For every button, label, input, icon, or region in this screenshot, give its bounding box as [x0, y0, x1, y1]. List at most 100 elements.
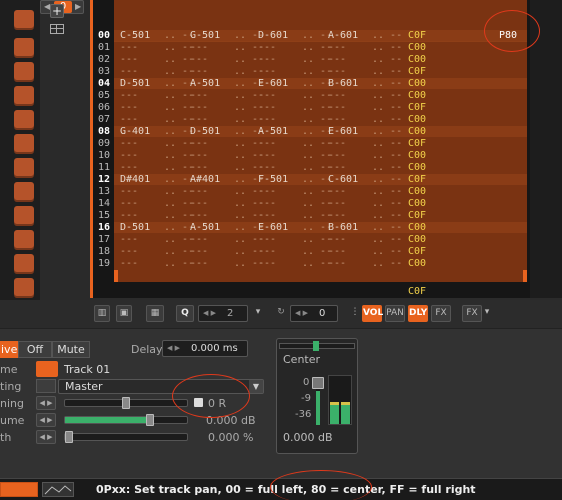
note-cell[interactable]: --- [120, 42, 138, 53]
note-cell[interactable]: --- [258, 162, 276, 173]
volume-cell[interactable]: .. -- [372, 162, 402, 173]
note-cell[interactable]: A-501 [258, 126, 288, 137]
volume-cell[interactable]: .. -- [372, 234, 402, 245]
note-cell[interactable]: D-501 [120, 222, 150, 233]
active-toggle[interactable]: ive [0, 341, 18, 358]
note-cell[interactable]: A-501 [190, 222, 220, 233]
note-cell[interactable]: D-501 [190, 126, 220, 137]
pattern-row[interactable]: 03---.. -----.. -----.. -----.. --C0F-- … [90, 66, 562, 77]
quantize-icon[interactable]: Q [176, 305, 194, 322]
volume-cell[interactable]: .. -- [372, 54, 402, 65]
note-cell[interactable]: --- [328, 186, 346, 197]
note-cell[interactable]: --- [190, 210, 208, 221]
note-cell[interactable]: --- [120, 258, 138, 269]
volume-cell[interactable]: .. -- [372, 210, 402, 221]
fader-knob[interactable] [312, 377, 324, 389]
note-cell[interactable]: --- [120, 102, 138, 113]
note-cell[interactable]: --- [190, 102, 208, 113]
note-cell[interactable]: --- [258, 246, 276, 257]
chevron-down-icon[interactable]: ▼ [249, 380, 263, 393]
mode-button[interactable] [0, 482, 38, 497]
note-cell[interactable]: --- [190, 54, 208, 65]
volume-cell[interactable]: .. -- [372, 90, 402, 101]
note-cell[interactable]: --- [190, 258, 208, 269]
note-cell[interactable]: --- [120, 66, 138, 77]
pattern-row[interactable]: 07---.. -----.. -----.. -----.. --C00-- … [90, 114, 562, 125]
fx-cell[interactable]: C00 [408, 150, 426, 161]
note-cell[interactable]: A-601 [328, 30, 358, 41]
note-cell[interactable]: D#401 [120, 174, 150, 185]
note-cell[interactable]: --- [328, 162, 346, 173]
note-cell[interactable]: B-601 [328, 78, 358, 89]
note-cell[interactable]: B-601 [328, 222, 358, 233]
pattern-row[interactable]: 17---.. -----.. -----.. -----.. --C00-- … [90, 234, 562, 245]
delay-spinner[interactable]: ◀ ▶ 0.000 ms [162, 340, 248, 357]
track-button[interactable] [14, 134, 34, 154]
fx-cell[interactable]: C0F [408, 246, 426, 257]
note-cell[interactable]: --- [328, 42, 346, 53]
note-cell[interactable]: --- [328, 138, 346, 149]
fx-cell[interactable]: C00 [408, 198, 426, 209]
volume-slider-knob[interactable] [146, 414, 154, 426]
off-toggle[interactable]: Off [18, 341, 52, 358]
note-cell[interactable]: F-501 [258, 174, 288, 185]
volume-cell[interactable]: .. -- [372, 114, 402, 125]
note-cell[interactable]: --- [328, 258, 346, 269]
note-cell[interactable]: G-401 [120, 126, 150, 137]
vol-column-toggle[interactable]: VOL [362, 305, 383, 322]
columns-icon[interactable]: ⋮ [350, 305, 360, 322]
note-cell[interactable]: A#401 [190, 174, 220, 185]
note-cell[interactable]: C-501 [120, 30, 150, 41]
note-cell[interactable]: A-501 [190, 78, 220, 89]
note-cell[interactable]: --- [328, 66, 346, 77]
track-button[interactable] [14, 182, 34, 202]
track-name-field[interactable]: Track 01 [64, 363, 110, 376]
mute-toggle[interactable]: Mute [52, 341, 90, 358]
note-cell[interactable]: --- [258, 102, 276, 113]
note-cell[interactable]: E-601 [328, 126, 358, 137]
fx-cell[interactable]: C0F [408, 210, 426, 221]
pattern-row[interactable]: 11---.. -----.. -----.. -----.. --C00-- … [90, 162, 562, 173]
note-cell[interactable]: E-601 [258, 222, 288, 233]
octave-spinner[interactable]: ◀ ▶ 0 [290, 305, 338, 322]
pattern-fx-cell[interactable]: C0F [408, 286, 426, 297]
note-cell[interactable]: --- [190, 114, 208, 125]
note-cell[interactable]: --- [328, 150, 346, 161]
pan-knob[interactable] [313, 341, 319, 351]
width-slider-knob[interactable] [65, 431, 73, 443]
panning-slider-knob[interactable] [122, 397, 130, 409]
note-cell[interactable]: --- [258, 138, 276, 149]
pattern-row[interactable]: 13---.. -----.. -----.. -----.. --C00-- … [90, 186, 562, 197]
note-cell[interactable]: --- [190, 150, 208, 161]
dropdown-arrow-icon[interactable]: ▾ [254, 305, 262, 322]
note-cell[interactable]: --- [190, 162, 208, 173]
volume-cell[interactable]: .. -- [372, 246, 402, 257]
fx-cell[interactable]: C00 [408, 222, 426, 233]
volume-cell[interactable]: .. -- [372, 66, 402, 77]
pattern-row[interactable]: 10---.. -----.. -----.. -----.. --C00-- … [90, 150, 562, 161]
pattern-row[interactable]: 08 G-401.. -- D-501.. -- A-501.. -- E-601.. … [90, 126, 562, 137]
volume-stepper[interactable]: ◀ ▶ [36, 413, 56, 427]
track-button[interactable] [14, 278, 34, 298]
pattern-row[interactable]: 04 D-501.. -- A-501.. -- E-601.. -- B-601.. … [90, 78, 562, 89]
pattern-row[interactable]: 09---.. -----.. -----.. -----.. --C0F-- … [90, 138, 562, 149]
chevron-left-icon[interactable]: ◀ ▶ [295, 306, 308, 321]
fx-cell[interactable]: C0F [408, 30, 426, 41]
note-cell[interactable]: --- [258, 42, 276, 53]
volume-cell[interactable]: .. -- [372, 78, 402, 89]
note-cell[interactable]: --- [190, 186, 208, 197]
panning-stepper[interactable]: ◀ ▶ [36, 396, 56, 410]
volume-cell[interactable]: .. -- [372, 126, 402, 137]
pattern-row[interactable]: 12 D#401.. -- A#401.. -- F-501.. -- C-601.. … [90, 174, 562, 185]
clipboard-icon[interactable]: ▣ [116, 305, 132, 322]
track-button[interactable] [14, 62, 34, 82]
pattern-row[interactable]: 14---.. -----.. -----.. -----.. --C00-- … [90, 198, 562, 209]
fx-cell[interactable]: C00 [408, 54, 426, 65]
note-cell[interactable]: --- [120, 114, 138, 125]
note-cell[interactable]: --- [120, 198, 138, 209]
track-button[interactable] [14, 38, 34, 58]
note-cell[interactable]: --- [120, 90, 138, 101]
note-cell[interactable]: --- [258, 66, 276, 77]
note-cell[interactable]: E-601 [258, 78, 288, 89]
pattern-row[interactable]: 05---.. -----.. -----.. -----.. --C00-- … [90, 90, 562, 101]
